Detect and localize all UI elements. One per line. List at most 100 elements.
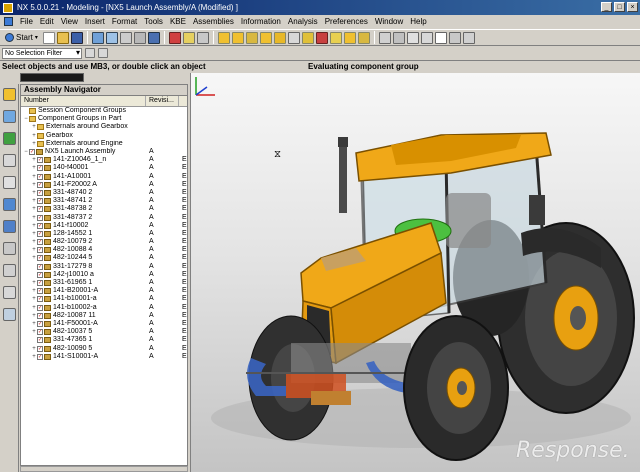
part-navigator-icon[interactable] xyxy=(3,110,16,123)
visibility-checkbox[interactable]: ✓ xyxy=(37,247,43,254)
tree-row[interactable]: + ✓ 482-10244 5AE xyxy=(21,254,187,262)
tree-row[interactable]: + ✓ 141-F50001-A A E xyxy=(21,320,187,328)
tree-row[interactable]: + ✓ 331-48741 2AE xyxy=(21,197,187,205)
system-scenes-icon[interactable] xyxy=(3,308,16,321)
visibility-checkbox[interactable]: ✓ xyxy=(37,304,43,311)
menu-window[interactable]: Window xyxy=(375,17,403,26)
tree-row[interactable]: + ✓ 141-A10001 A E xyxy=(21,173,187,181)
render-style-icon[interactable] xyxy=(147,31,160,44)
tree-row[interactable]: + ✓ 141-S10001-A A E xyxy=(21,353,187,361)
wave-link-icon[interactable] xyxy=(301,31,314,44)
visibility-checkbox[interactable]: ✓ xyxy=(37,263,43,270)
visibility-checkbox[interactable]: ✓ xyxy=(37,214,43,221)
tree-row[interactable]: + Externals around Engine xyxy=(21,140,187,148)
menu-kbe[interactable]: KBE xyxy=(170,17,186,26)
selection-filter-dropdown[interactable]: No Selection Filter xyxy=(2,47,82,59)
constraint-navigator-icon[interactable] xyxy=(3,132,16,145)
start-button[interactable]: Start ▾ xyxy=(2,31,41,45)
nx-menu-icon[interactable] xyxy=(4,17,13,26)
replace-component-icon[interactable] xyxy=(343,31,356,44)
menu-tools[interactable]: Tools xyxy=(144,17,163,26)
maximize-button[interactable]: □ xyxy=(614,2,625,12)
tree-row[interactable]: ✓ 331-17279 8 A E xyxy=(21,263,187,271)
variant-icon[interactable] xyxy=(329,31,342,44)
new-file-icon[interactable] xyxy=(42,31,55,44)
section-icon[interactable] xyxy=(392,31,405,44)
close-button[interactable]: × xyxy=(627,2,638,12)
visibility-checkbox[interactable]: ✓ xyxy=(37,255,43,262)
menu-insert[interactable]: Insert xyxy=(85,17,105,26)
tree-row[interactable]: + ✓ 482-10079 2AE xyxy=(21,238,187,246)
menu-information[interactable]: Information xyxy=(241,17,281,26)
tree-row[interactable]: + ✓ 141-B20001-A A E xyxy=(21,287,187,295)
visibility-checkbox[interactable]: ✓ xyxy=(37,337,43,344)
visibility-checkbox[interactable]: ✓ xyxy=(37,157,43,164)
visibility-checkbox[interactable]: ✓ xyxy=(37,198,43,205)
system-materials-icon[interactable] xyxy=(3,242,16,255)
fit-view-icon[interactable] xyxy=(91,31,104,44)
properties-icon[interactable] xyxy=(420,31,433,44)
column-number-header[interactable]: Number xyxy=(21,96,146,106)
visibility-checkbox[interactable]: ✓ xyxy=(37,329,43,336)
zoom-icon[interactable] xyxy=(105,31,118,44)
process-studio-icon[interactable] xyxy=(3,264,16,277)
tree-row[interactable]: + ✓ 128-14552 1AE xyxy=(21,230,187,238)
roles-icon[interactable] xyxy=(3,286,16,299)
menu-assemblies[interactable]: Assemblies xyxy=(193,17,234,26)
save-icon[interactable] xyxy=(70,31,83,44)
menu-analysis[interactable]: Analysis xyxy=(288,17,318,26)
reuse-library-icon[interactable] xyxy=(3,154,16,167)
visibility-checkbox[interactable]: ✓ xyxy=(29,149,35,156)
mate-component-icon[interactable] xyxy=(245,31,258,44)
measure-icon[interactable] xyxy=(378,31,391,44)
visibility-checkbox[interactable]: ✓ xyxy=(37,239,43,246)
navigator-horizontal-scrollbar[interactable] xyxy=(20,466,188,472)
menu-view[interactable]: View xyxy=(61,17,78,26)
tree-row[interactable]: + Gearbox xyxy=(21,132,187,140)
deselect-icon[interactable] xyxy=(98,48,108,58)
menu-format[interactable]: Format xyxy=(112,17,137,26)
visibility-checkbox[interactable]: ✓ xyxy=(37,353,43,360)
tree-row[interactable]: + ✓ 141-b10001-a A E xyxy=(21,295,187,303)
column-revision-header[interactable]: Revisi... xyxy=(146,96,179,106)
layer-icon[interactable] xyxy=(182,31,195,44)
open-folder-icon[interactable] xyxy=(56,31,69,44)
rotate-icon[interactable] xyxy=(119,31,132,44)
tree-row[interactable]: + ✓ 482-10088 4AE xyxy=(21,246,187,254)
hd3d-tools-icon[interactable] xyxy=(3,176,16,189)
wcs-icon[interactable] xyxy=(196,31,209,44)
visibility-checkbox[interactable]: ✓ xyxy=(37,288,43,295)
tree-row[interactable]: − Component Groups in Part xyxy=(21,115,187,123)
tree-row[interactable]: + ✓ 482-10087 11 A E xyxy=(21,312,187,320)
tree-row[interactable]: Session Component Groups xyxy=(21,107,187,115)
pan-icon[interactable] xyxy=(133,31,146,44)
orient-view-icon[interactable] xyxy=(168,31,181,44)
visibility-checkbox[interactable]: ✓ xyxy=(37,165,43,172)
visibility-checkbox[interactable]: ✓ xyxy=(37,320,43,327)
assembly-navigator-icon[interactable] xyxy=(3,88,16,101)
tree-row[interactable]: ✓ 142-j10010 a A E xyxy=(21,271,187,279)
web-browser-icon[interactable] xyxy=(3,198,16,211)
menu-preferences[interactable]: Preferences xyxy=(325,17,368,26)
select-icon[interactable] xyxy=(434,31,447,44)
visibility-checkbox[interactable]: ✓ xyxy=(37,271,43,278)
reposition-icon[interactable] xyxy=(259,31,272,44)
tree-row[interactable]: + ✓ 141-Z10046_1_n A E xyxy=(21,156,187,164)
visibility-checkbox[interactable]: ✓ xyxy=(37,173,43,180)
history-icon[interactable] xyxy=(3,220,16,233)
visibility-checkbox[interactable]: ✓ xyxy=(37,189,43,196)
tree-row[interactable]: + ✓ 331-61965 1AE xyxy=(21,279,187,287)
tree-row[interactable]: + ✓ 141-f10002 A E xyxy=(21,222,187,230)
filter-icon[interactable] xyxy=(85,48,95,58)
tree-row[interactable]: + ✓ 482-10090 5AE xyxy=(21,344,187,352)
menu-file[interactable]: File xyxy=(20,17,33,26)
tree-row[interactable]: + Externals around Gearbox xyxy=(21,123,187,131)
tree-row[interactable]: + ✓ 141-b10002-a A E xyxy=(21,304,187,312)
menu-edit[interactable]: Edit xyxy=(40,17,54,26)
reference-set-icon[interactable] xyxy=(406,31,419,44)
hide-icon[interactable] xyxy=(462,31,475,44)
snap-icon[interactable] xyxy=(448,31,461,44)
tree-row[interactable]: + ✓ 331-48738 2AE xyxy=(21,205,187,213)
tree-row[interactable]: + ✓ 331-48740 2AE xyxy=(21,189,187,197)
visibility-checkbox[interactable]: ✓ xyxy=(37,230,43,237)
